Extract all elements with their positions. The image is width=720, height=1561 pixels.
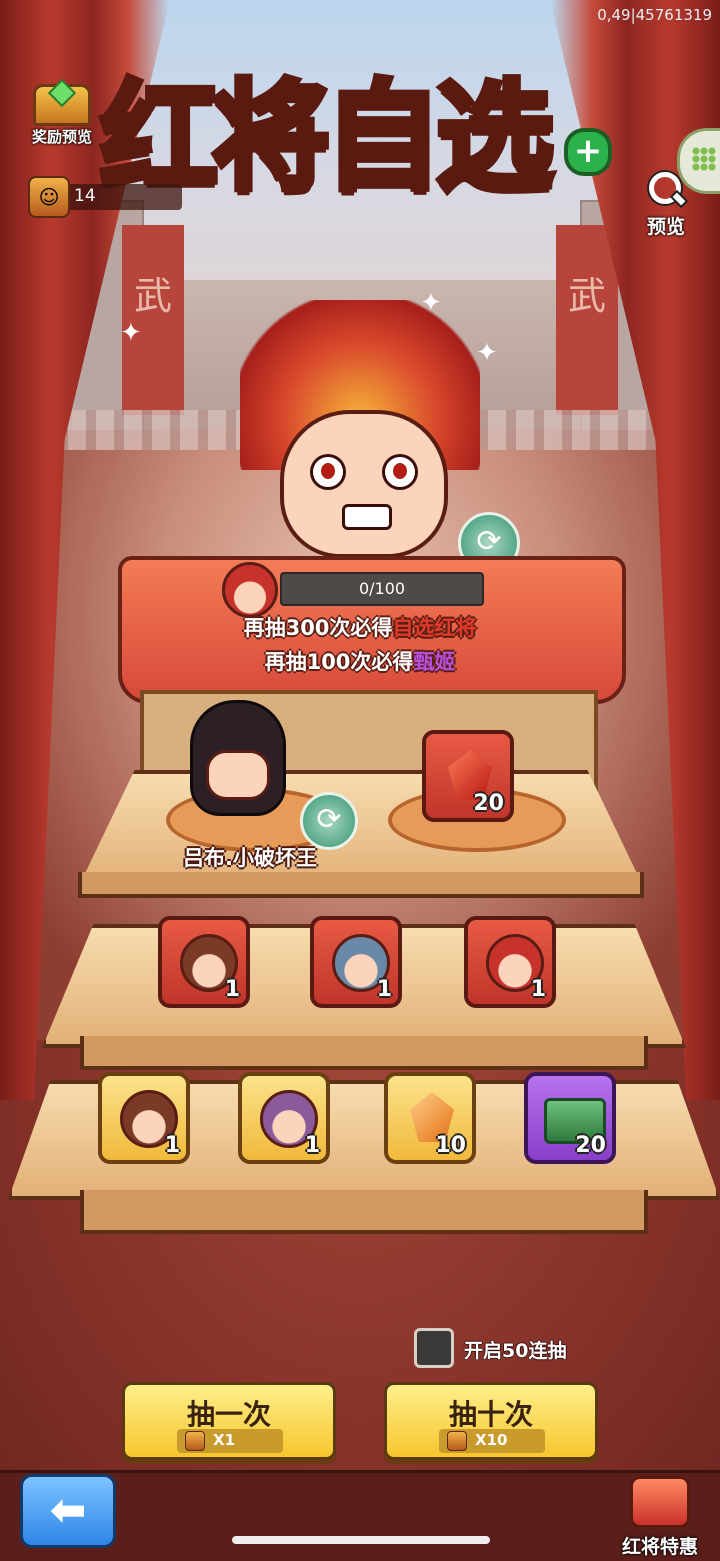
shelf-top-front [78,872,644,898]
hero-eye [382,454,418,490]
draw-cost-text: X1 [213,1431,236,1449]
item-count: 1 [304,1133,320,1158]
draw-cost: X10 [439,1429,545,1453]
grid-menu-icon [692,147,716,171]
draw-cost: X1 [177,1429,283,1453]
pity-progress-bar: 0/100 [280,572,484,606]
sparkle-icon: ✦ [120,318,142,348]
hero-token-icon: ☺ [28,176,70,218]
refresh-icon: ⟳ [316,802,342,837]
promo-label: 红将特惠 [621,1536,698,1558]
reward-slot[interactable]: 1 [158,916,250,1008]
item-count: 1 [224,977,240,1002]
token-count: 14 [74,186,96,206]
hero-face [206,750,270,800]
debug-id: 0,49|45761319 [597,6,712,24]
token-counter: ☺ 14 [28,176,182,218]
hero-token-icon [447,1431,467,1451]
war-banner: 武 [556,225,618,415]
reward-slot[interactable]: 1 [98,1072,190,1164]
preview-label: 预览 [646,216,685,238]
hero-face [280,410,448,558]
hero-token-icon [185,1431,205,1451]
reward-slot[interactable]: 10 [384,1072,476,1164]
treasure-chest-icon [33,84,91,126]
back-arrow-icon: ⬅ [49,1485,87,1536]
shelf-bottom-front [80,1190,648,1234]
draw-ten-label: 抽十次 [448,1398,533,1431]
item-count: 1 [376,977,392,1002]
plus-icon: + [564,128,612,176]
reward-slot[interactable]: 1 [238,1072,330,1164]
back-button[interactable]: ⬅ [20,1474,116,1548]
gift-box-icon [630,1476,690,1528]
hero-portrait-icon [222,562,278,618]
featured-hero-name: 吕布.小破坏王 [183,846,317,870]
pity-hint-purple: 再抽100次必得甄姬 [264,650,456,674]
item-count: 20 [575,1133,606,1158]
pity-hint-red: 再抽300次必得自选红将 [243,616,477,640]
featured-hero-lubu[interactable] [170,690,300,830]
reward-preview-button[interactable]: 奖励预览 [22,84,102,150]
featured-reward-slot[interactable]: 20 [422,730,514,822]
item-count: 10 [435,1133,466,1158]
multi-draw-label: 开启50连抽 [464,1340,567,1362]
draw-once-label: 抽一次 [186,1398,271,1431]
reward-preview-label: 奖励预览 [31,128,92,146]
home-indicator[interactable] [232,1536,490,1544]
hero-mouth [342,504,392,530]
draw-ten-button[interactable]: 抽十次 X10 [384,1382,598,1460]
draw-cost-text: X10 [475,1431,508,1449]
reward-slot[interactable]: 1 [310,916,402,1008]
progress-text: 0/100 [358,579,406,598]
shelf-middle-front [80,1036,648,1070]
reward-slot[interactable]: 20 [524,1072,616,1164]
multi-draw-checkbox[interactable] [414,1328,454,1368]
preview-button[interactable]: 预览 [638,172,694,248]
hero-eye [310,454,346,490]
magnifier-icon [649,172,686,206]
item-count: 1 [530,977,546,1002]
item-count: 1 [164,1133,180,1158]
promo-button[interactable]: 红将特惠 [608,1476,712,1558]
item-count: 20 [473,791,504,816]
draw-once-button[interactable]: 抽一次 X1 [122,1382,336,1460]
reward-slot[interactable]: 1 [464,916,556,1008]
